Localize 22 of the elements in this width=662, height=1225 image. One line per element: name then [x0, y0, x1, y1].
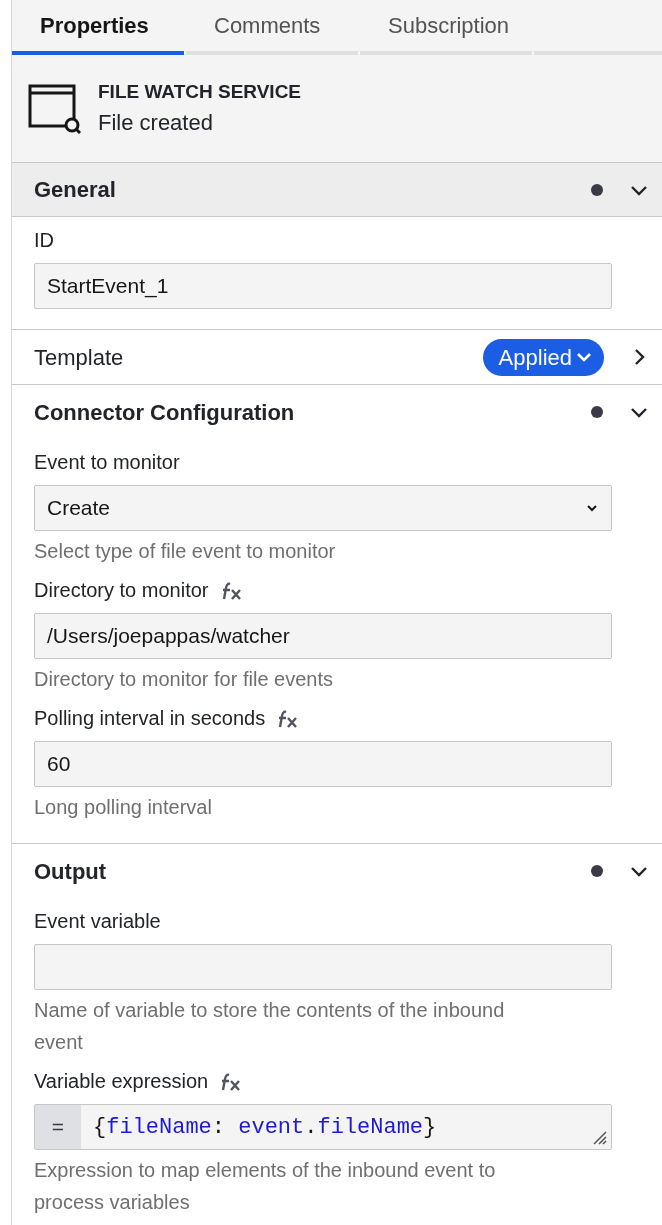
field-description: Directory to monitor for file events	[34, 667, 334, 692]
window-search-icon	[28, 83, 82, 134]
text-field[interactable]: 60	[34, 741, 612, 787]
field-label: Polling interval in seconds	[34, 706, 266, 731]
field-label: Event to monitor	[34, 450, 180, 475]
field-label: Variable expression	[34, 1069, 209, 1094]
element-type: FILE WATCH SERVICE	[98, 79, 302, 104]
field-description: Select type of file event to monitor	[34, 539, 337, 564]
field-description: Name of variable to store the contents of the inbound event	[34, 998, 506, 1055]
select-field[interactable]: Create	[34, 485, 612, 531]
field-label: ID	[34, 228, 54, 253]
text-field[interactable]	[34, 944, 612, 990]
field-description: Expression to map elements of the inbound event to process variables	[34, 1158, 497, 1215]
field-label: Directory to monitor	[34, 578, 209, 603]
applied-badge[interactable]: Applied	[482, 338, 604, 376]
field-description: Long polling interval	[34, 795, 213, 820]
group-header[interactable]: General	[12, 163, 662, 217]
code-field[interactable]: = {fileName: event.fileName}	[34, 1104, 612, 1150]
text-field[interactable]: /Users/joepappas/watcher	[34, 613, 612, 659]
element-name: File created	[98, 109, 214, 138]
field-label: Event variable	[34, 909, 161, 934]
text-field[interactable]: StartEvent_1	[34, 263, 612, 309]
